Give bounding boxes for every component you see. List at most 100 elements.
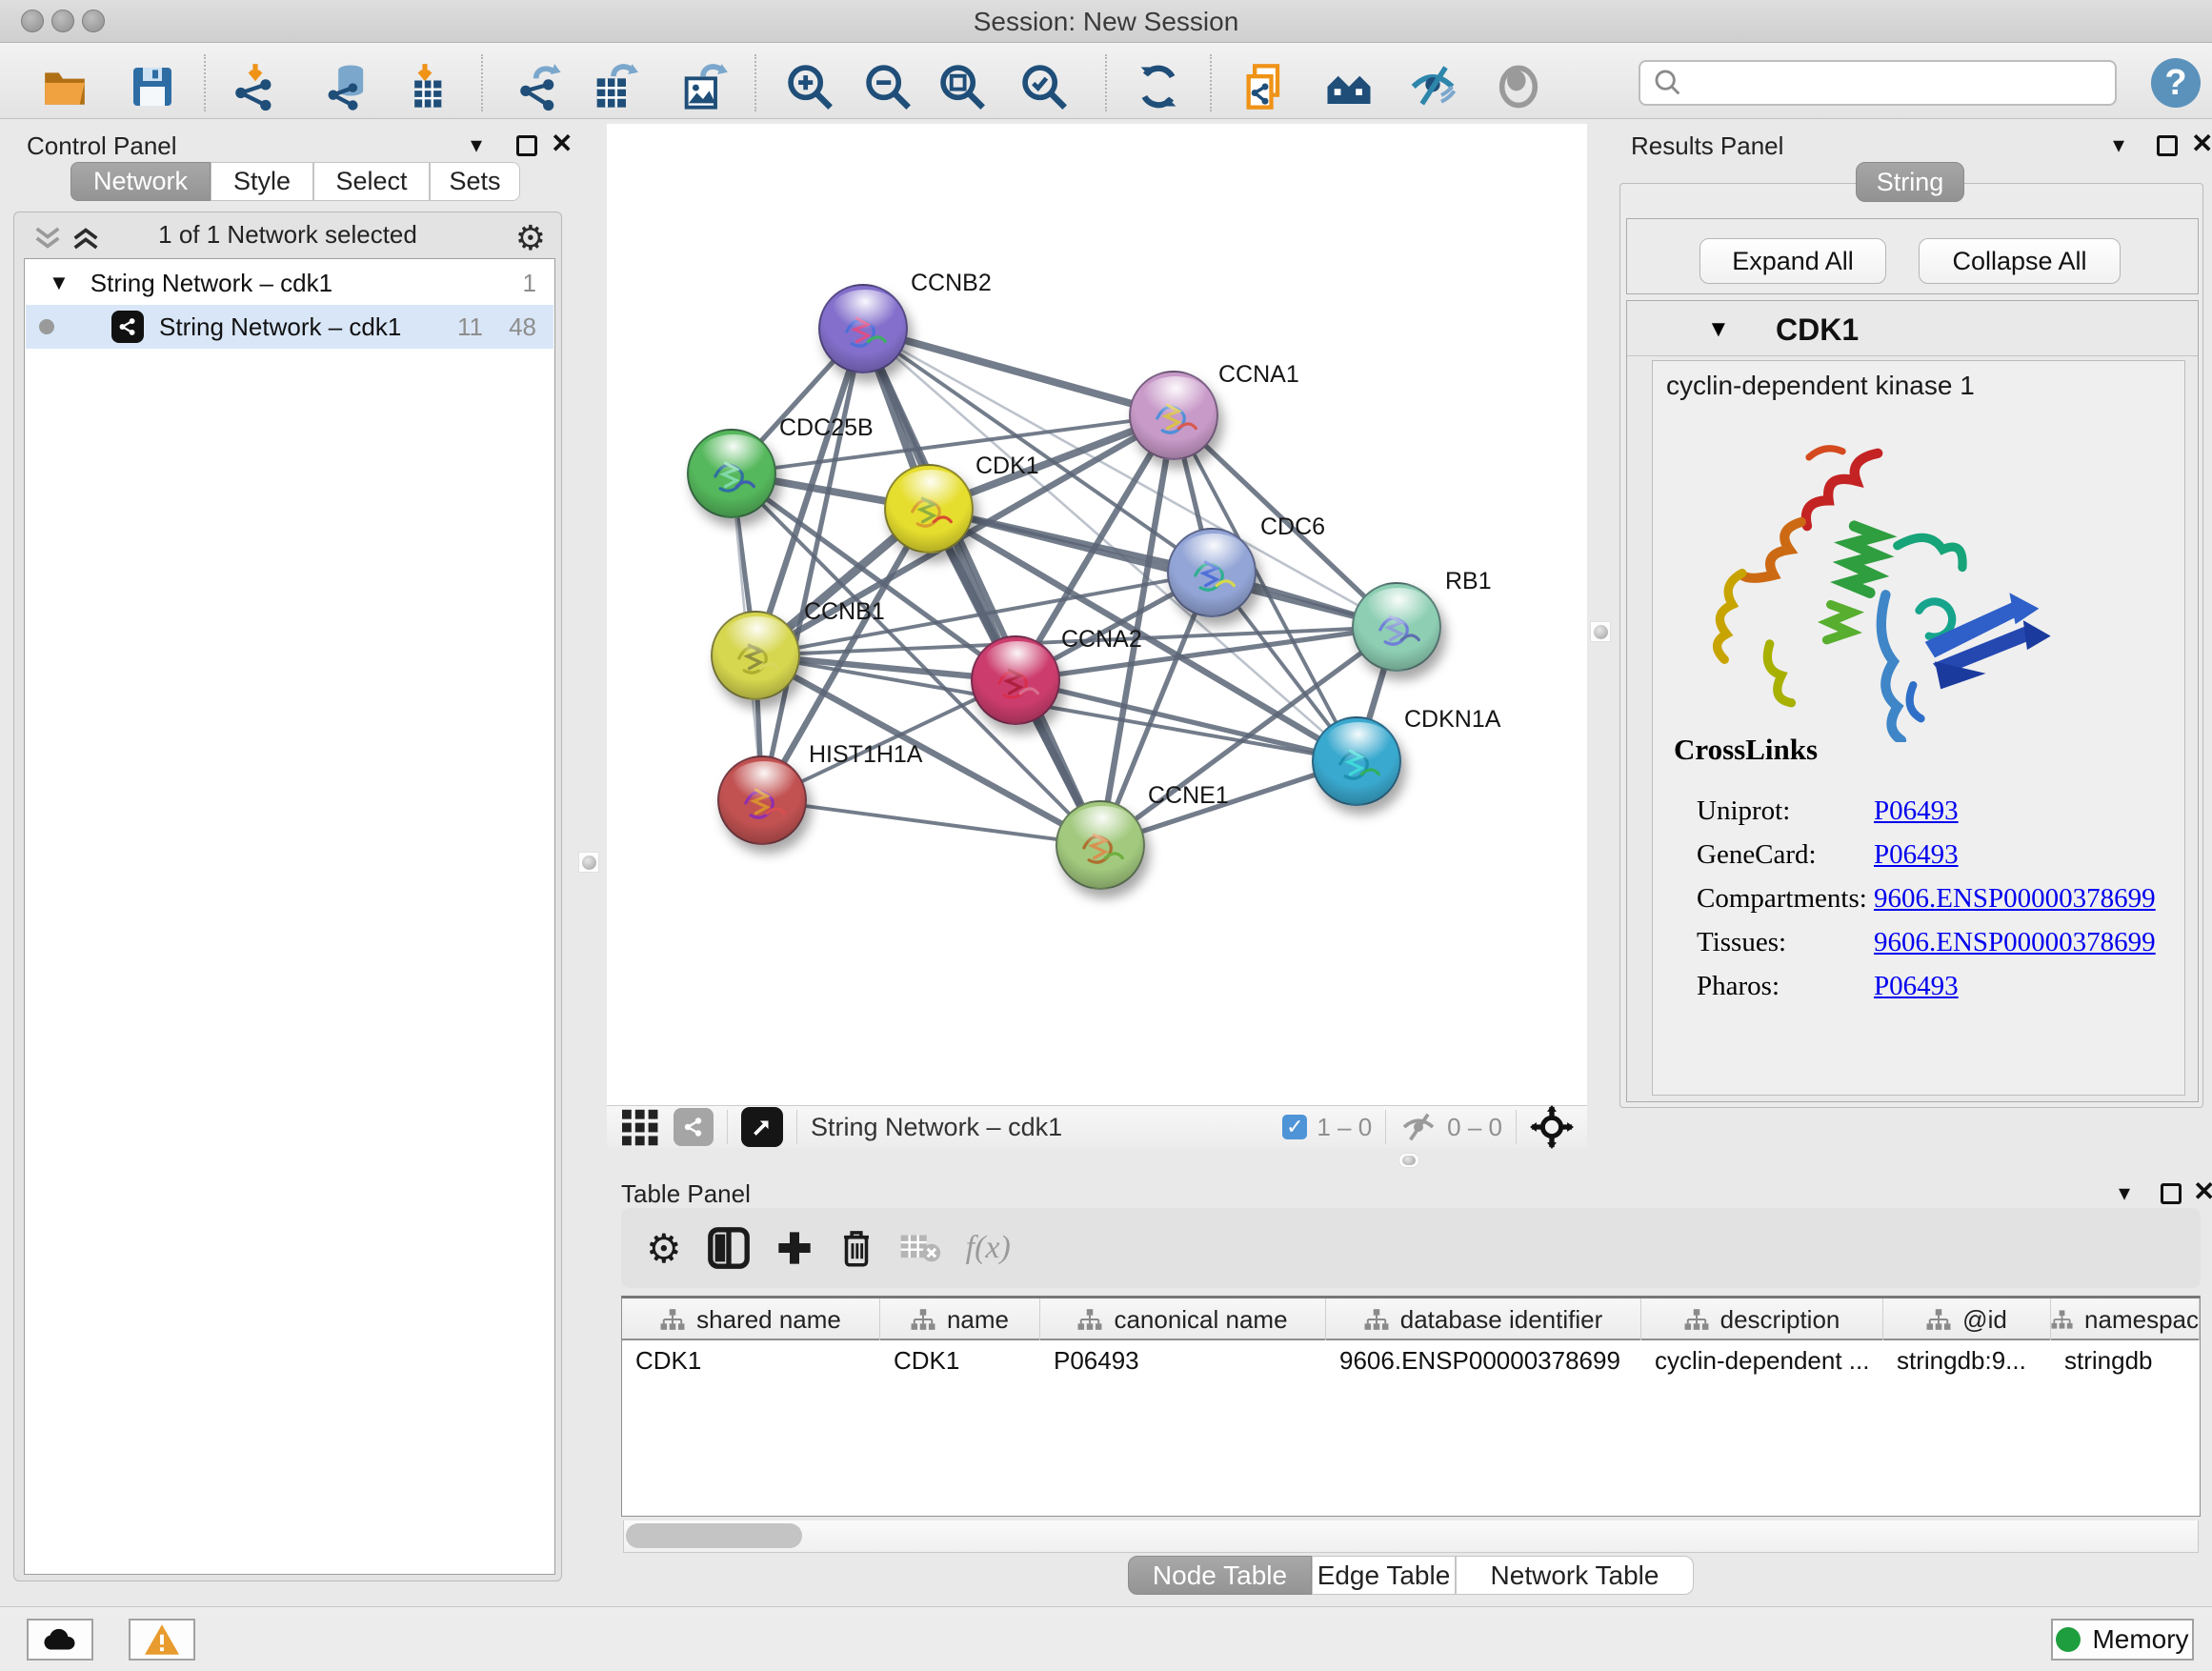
zoom-selected-button[interactable] — [1017, 60, 1071, 113]
table-panel-float-icon[interactable] — [2161, 1183, 2182, 1204]
save-session-button[interactable] — [126, 60, 179, 113]
function-builder-icon[interactable]: f(x) — [966, 1230, 1011, 1266]
search-field[interactable] — [1639, 60, 2117, 106]
column-header-shared-name[interactable]: shared name — [622, 1299, 880, 1340]
zoom-fit-button[interactable] — [935, 60, 989, 113]
table-horizontal-scrollbar[interactable] — [623, 1520, 2199, 1553]
control-panel-collapse-icon[interactable]: ▾ — [471, 131, 482, 159]
network-node-ccnb2[interactable] — [818, 284, 908, 373]
network-node-hist1h1a[interactable] — [717, 755, 807, 845]
network-node-cdc25b[interactable] — [687, 429, 776, 518]
table-cell[interactable]: stringdb:9... — [1883, 1342, 2051, 1379]
table-panel-close-icon[interactable]: ✕ — [2193, 1176, 2212, 1207]
tab-edge-table[interactable]: Edge Table — [1312, 1556, 1456, 1595]
hide-view-button[interactable] — [1406, 60, 1459, 113]
table-cell[interactable]: 9606.ENSP00000378699 — [1326, 1342, 1641, 1379]
results-panel-close-icon[interactable]: ✕ — [2191, 128, 2212, 159]
apply-layout-button[interactable] — [1132, 60, 1185, 113]
column-header-namespac[interactable]: namespac — [2051, 1299, 2200, 1340]
column-header--id[interactable]: @id — [1883, 1299, 2051, 1340]
add-column-plus-icon[interactable] — [775, 1229, 814, 1267]
network-node-cdkn1a[interactable] — [1312, 716, 1401, 806]
tab-node-table[interactable]: Node Table — [1128, 1556, 1312, 1595]
show-columns-icon[interactable] — [707, 1226, 751, 1270]
column-header-database-identifier[interactable]: database identifier — [1326, 1299, 1641, 1340]
network-node-ccnb1[interactable] — [711, 611, 800, 700]
network-node-ccna1[interactable] — [1129, 371, 1218, 460]
tab-select[interactable]: Select — [313, 162, 430, 201]
scrollbar-thumb[interactable] — [626, 1523, 802, 1548]
crosslink-link[interactable]: P06493 — [1874, 795, 1959, 827]
table-row[interactable]: CDK1CDK1P064939606.ENSP00000378699cyclin… — [622, 1342, 2200, 1379]
zoom-in-button[interactable] — [783, 60, 836, 113]
delete-column-trash-icon[interactable] — [838, 1228, 875, 1268]
cdk1-section-header[interactable]: ▼ CDK1 — [1627, 301, 2198, 356]
expand-all-button[interactable]: Expand All — [1699, 238, 1886, 284]
show-all-views-button[interactable] — [1322, 60, 1376, 113]
cloud-button[interactable] — [27, 1619, 93, 1661]
tab-network[interactable]: Network — [70, 162, 211, 201]
export-image-button[interactable] — [676, 60, 730, 113]
table-cell[interactable]: stringdb — [2051, 1342, 2200, 1379]
tab-network-table[interactable]: Network Table — [1456, 1556, 1694, 1595]
warnings-button[interactable] — [129, 1619, 195, 1661]
network-edge[interactable] — [762, 329, 863, 800]
network-node-cdk1[interactable] — [884, 464, 974, 554]
import-network-database-button[interactable] — [322, 60, 375, 113]
column-header-description[interactable]: description — [1641, 1299, 1883, 1340]
section-collapse-icon[interactable]: ▼ — [1707, 316, 1730, 343]
table-cell[interactable]: P06493 — [1040, 1342, 1326, 1379]
help-button[interactable]: ? — [2151, 58, 2201, 108]
tab-style[interactable]: Style — [211, 162, 313, 201]
control-panel-close-icon[interactable]: ✕ — [551, 128, 573, 159]
crosslink-link[interactable]: 9606.ENSP00000378699 — [1874, 927, 2156, 958]
table-panel-collapse-icon[interactable]: ▾ — [2119, 1179, 2130, 1207]
delete-table-icon[interactable] — [899, 1231, 941, 1265]
network-row[interactable]: String Network – cdk1 11 48 — [26, 305, 553, 349]
selected-checkbox[interactable]: ✓ — [1282, 1115, 1307, 1139]
table-settings-gear-icon[interactable]: ⚙ — [646, 1225, 682, 1272]
string-view-icon[interactable] — [674, 1108, 714, 1146]
network-node-ccne1[interactable] — [1056, 800, 1145, 890]
network-node-ccna2[interactable] — [971, 635, 1060, 725]
network-edge[interactable] — [762, 800, 1100, 845]
hidden-eye-slash-icon[interactable] — [1399, 1111, 1438, 1143]
network-node-rb1[interactable] — [1352, 582, 1441, 672]
zoom-out-button[interactable] — [861, 60, 915, 113]
import-network-file-button[interactable] — [229, 60, 282, 113]
network-node-cdc6[interactable] — [1167, 528, 1257, 617]
tree-expander-icon[interactable]: ▼ — [49, 271, 70, 295]
network-collection-row[interactable]: ▼ String Network – cdk1 1 — [26, 261, 553, 305]
splitter-grip[interactable] — [1398, 1153, 1419, 1168]
results-panel-collapse-icon[interactable]: ▾ — [2113, 131, 2124, 159]
crosslink-link[interactable]: P06493 — [1874, 971, 1959, 1002]
show-view-button[interactable] — [1492, 60, 1545, 113]
tab-sets[interactable]: Sets — [430, 162, 520, 201]
export-network-button[interactable] — [513, 60, 567, 113]
pan-crosshair-icon[interactable] — [1530, 1105, 1574, 1149]
tab-string[interactable]: String — [1856, 162, 1964, 202]
network-edge[interactable] — [863, 329, 1174, 415]
open-session-button[interactable] — [38, 60, 91, 113]
column-header-name[interactable]: name — [880, 1299, 1040, 1340]
control-panel-float-icon[interactable] — [516, 135, 537, 156]
export-table-button[interactable] — [587, 60, 640, 113]
table-cell[interactable]: cyclin-dependent ... — [1641, 1342, 1883, 1379]
network-view-canvas[interactable]: CCNB2CCNA1CDC25BCDK1CDC6RB1CCNB1CCNA2CDK… — [607, 124, 1587, 1105]
birds-eye-view-icon[interactable] — [741, 1107, 783, 1147]
splitter-grip[interactable] — [1590, 621, 1611, 642]
grid-mode-icon[interactable] — [620, 1108, 662, 1146]
table-cell[interactable]: CDK1 — [622, 1342, 880, 1379]
crosslink-link[interactable]: P06493 — [1874, 839, 1959, 871]
column-header-canonical-name[interactable]: canonical name — [1040, 1299, 1326, 1340]
network-edge[interactable] — [929, 509, 1397, 627]
gear-icon[interactable]: ⚙ — [515, 218, 546, 258]
clone-network-button[interactable] — [1238, 60, 1292, 113]
table-cell[interactable]: CDK1 — [880, 1342, 1040, 1379]
crosslink-link[interactable]: 9606.ENSP00000378699 — [1874, 883, 2156, 915]
memory-button[interactable]: Memory — [2051, 1619, 2194, 1661]
splitter-grip[interactable] — [578, 852, 599, 873]
results-panel-float-icon[interactable] — [2157, 135, 2178, 156]
import-table-button[interactable] — [398, 60, 452, 113]
collapse-all-button[interactable]: Collapse All — [1919, 238, 2121, 284]
